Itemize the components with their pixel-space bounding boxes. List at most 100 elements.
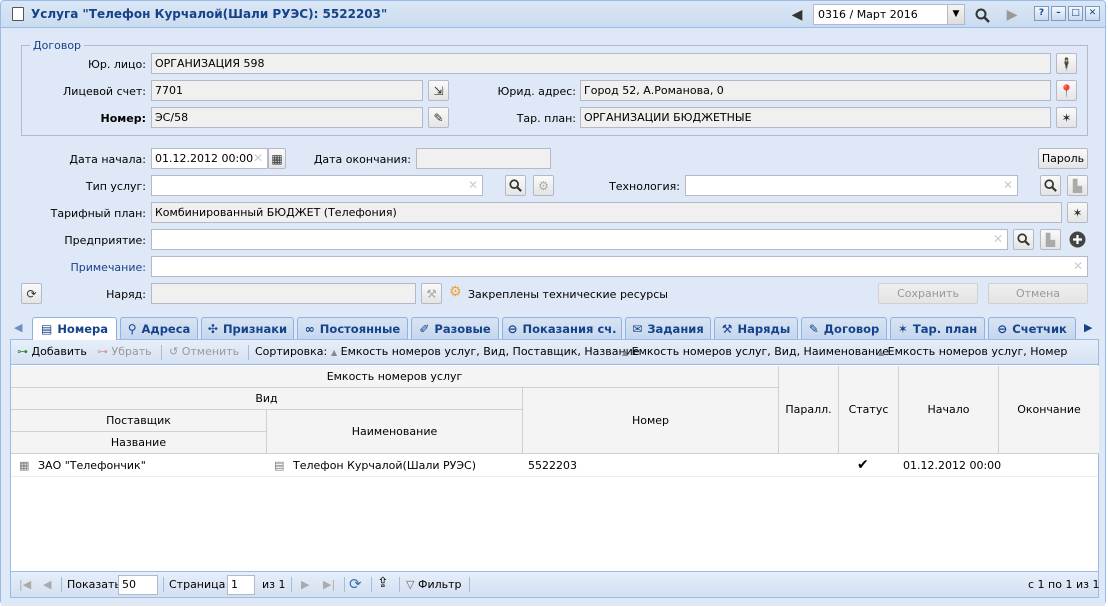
technology-field[interactable]: ✕▼: [685, 175, 1018, 196]
search-icon[interactable]: [1040, 175, 1061, 196]
filter-button[interactable]: ▽ Фильтр: [406, 578, 462, 591]
clear-icon[interactable]: ✕: [1003, 178, 1013, 192]
cancel-button[interactable]: Отмена: [988, 283, 1088, 304]
title-header[interactable]: Наименование: [267, 410, 523, 454]
clear-icon[interactable]: ✕: [253, 151, 263, 165]
tab-numbers[interactable]: ▤ Номера: [32, 317, 117, 340]
sort-option-label: Емкость номеров услуг, Вид, Поставщик, Н…: [340, 345, 640, 358]
minimize-button[interactable]: –: [1051, 6, 1066, 21]
next-period-icon[interactable]: ▶: [1002, 5, 1022, 25]
clear-icon[interactable]: ✕: [1073, 259, 1083, 273]
calendar-icon[interactable]: ▦: [268, 148, 286, 169]
tab-scroll-right-icon[interactable]: ▶: [1084, 321, 1092, 334]
clear-icon[interactable]: ✕: [993, 232, 1003, 246]
name-header[interactable]: Название: [11, 432, 267, 454]
search-icon[interactable]: [505, 175, 526, 196]
tab-scroll-left-icon[interactable]: ◀: [14, 321, 22, 334]
person-icon[interactable]: 🕴: [1056, 53, 1077, 74]
type-header[interactable]: Вид: [11, 388, 523, 410]
legal-address-field[interactable]: Город 52, А.Романова, 0: [580, 80, 1051, 101]
clear-icon[interactable]: ✕: [468, 178, 478, 192]
tab-addresses[interactable]: ⚲ Адреса: [120, 317, 198, 339]
tariff-plan-label: Тарифный план:: [50, 207, 146, 220]
equipment-icon[interactable]: ▙: [1067, 175, 1088, 196]
search-icon[interactable]: [1013, 229, 1034, 250]
service-type-field[interactable]: ✕▼: [151, 175, 483, 196]
maximize-button[interactable]: □: [1068, 6, 1083, 21]
account-field[interactable]: 7701: [151, 80, 423, 101]
service-window: Услуга "Телефон Курчалой(Шали РУЭС): 552…: [0, 0, 1106, 606]
tab-one-time[interactable]: ✐ Разовые: [411, 317, 499, 339]
note-label[interactable]: Примечание:: [41, 261, 146, 274]
equipment-icon[interactable]: ▙: [1040, 229, 1061, 250]
tab-tasks[interactable]: ✉ Задания: [625, 317, 711, 339]
next-page-icon[interactable]: ▶: [301, 578, 309, 591]
title-cell: Телефон Курчалой(Шали РУЭС): [293, 459, 477, 472]
sort-option-2[interactable]: ▲ Емкость номеров услуг, Вид, Наименован…: [622, 345, 889, 358]
tab-meter-readings[interactable]: ⊖ Показания сч.: [502, 317, 622, 339]
page-size-input[interactable]: 50: [118, 575, 158, 595]
number-field[interactable]: ЭС/58: [151, 107, 423, 128]
sort-option-3[interactable]: ▲ Емкость номеров услуг, Номер: [878, 345, 1067, 358]
refresh-icon[interactable]: ⟳: [21, 283, 42, 304]
save-button[interactable]: Сохранить: [878, 283, 978, 304]
edit-icon: ✎: [808, 321, 819, 336]
tab-permanent[interactable]: ∞ Постоянные: [297, 317, 408, 339]
password-button[interactable]: Пароль: [1038, 148, 1088, 169]
first-page-icon[interactable]: |◀: [19, 578, 31, 591]
tariff-field[interactable]: ОРГАНИЗАЦИИ БЮДЖЕТНЫЕ: [580, 107, 1051, 128]
network-icon[interactable]: ✶: [1056, 107, 1077, 128]
phone-list-icon: ▤: [40, 322, 53, 336]
order-field[interactable]: [151, 283, 416, 304]
close-button[interactable]: ✕: [1085, 6, 1100, 21]
tariff-label: Тар. план:: [516, 112, 576, 125]
tab-counter[interactable]: ⊖ Счетчик: [988, 317, 1076, 339]
add-button[interactable]: ⊶ Добавить: [17, 345, 87, 358]
end-date-field[interactable]: [416, 148, 551, 169]
status-header[interactable]: Статус: [839, 366, 899, 454]
tab-strip: ◀ ▤ Номера ⚲ Адреса ✣ Признаки ∞ Постоянные …: [10, 317, 1099, 340]
tab-contract[interactable]: ✎ Договор: [801, 317, 887, 339]
export-icon[interactable]: ⇪: [377, 575, 389, 591]
search-icon[interactable]: [972, 5, 992, 25]
tab-orders[interactable]: ⚒ Наряды: [714, 317, 798, 339]
network-icon[interactable]: ✶: [1067, 202, 1088, 223]
remove-button[interactable]: ⊶ Убрать: [97, 345, 152, 358]
edit-icon[interactable]: ✎: [428, 107, 449, 128]
table-row[interactable]: ▦ ЗАО "Телефончик" ▤ Телефон Курчалой(Ша…: [11, 455, 1098, 477]
enterprise-field[interactable]: ✕: [151, 229, 1008, 250]
prev-period-icon[interactable]: ◀: [787, 5, 807, 25]
last-page-icon[interactable]: ▶|: [323, 578, 335, 591]
tab-label: Тар. план: [912, 321, 978, 336]
refresh-icon[interactable]: ⟳: [349, 575, 362, 593]
help-button[interactable]: ?: [1034, 6, 1049, 21]
numbers-grid: ⊶ Добавить ⊶ Убрать ↺ Отменить Сортировк…: [10, 339, 1099, 598]
tariff-plan-field[interactable]: Комбинированный БЮДЖЕТ (Телефония): [151, 202, 1062, 223]
sort-option-1[interactable]: ▲ Емкость номеров услуг, Вид, Поставщик,…: [331, 345, 640, 358]
open-account-icon[interactable]: ⇲: [428, 80, 449, 101]
group-header[interactable]: Емкость номеров услуг: [11, 366, 779, 388]
minus-circle-icon: ⊖: [507, 321, 518, 336]
toolbar-separator: [248, 345, 249, 360]
supplier-header[interactable]: Поставщик: [11, 410, 267, 432]
map-pin-icon[interactable]: 📍: [1056, 80, 1077, 101]
number-header[interactable]: Номер: [523, 388, 779, 454]
undo-button[interactable]: ↺ Отменить: [169, 345, 239, 358]
start-header[interactable]: Начало: [899, 366, 999, 454]
chevron-down-icon[interactable]: ▼: [947, 5, 964, 24]
tools-icon[interactable]: ⚒: [421, 283, 442, 304]
period-select[interactable]: 0316 / Март 2016 ▼: [813, 4, 965, 25]
prev-page-icon[interactable]: ◀: [43, 578, 51, 591]
tab-label: Задания: [647, 321, 704, 336]
start-date-field[interactable]: 01.12.2012 00:00 ✕: [151, 148, 268, 169]
end-header[interactable]: Окончание: [999, 366, 1099, 454]
tab-tariff-plan[interactable]: ✶ Тар. план: [890, 317, 985, 339]
add-icon[interactable]: [1067, 229, 1088, 250]
tab-attributes[interactable]: ✣ Признаки: [201, 317, 294, 339]
settings-icon[interactable]: ⚙: [533, 175, 554, 196]
page-input[interactable]: 1: [227, 575, 255, 595]
supplier-cell: ЗАО "Телефончик": [38, 459, 146, 472]
note-field[interactable]: ✕: [151, 256, 1088, 277]
parallel-header[interactable]: Паралл.: [779, 366, 839, 454]
legal-entity-field[interactable]: ОРГАНИЗАЦИЯ 598: [151, 53, 1051, 74]
